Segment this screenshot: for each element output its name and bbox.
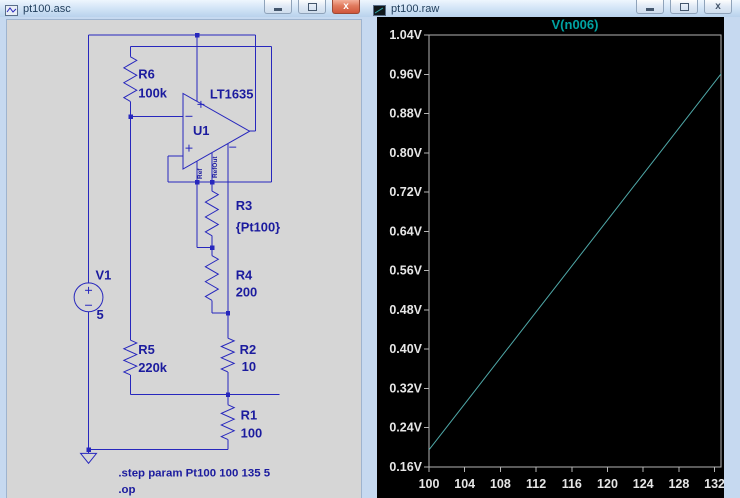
spice-directive-step[interactable]: .step param Pt100 100 135 5 [118,467,270,479]
label-R1-value[interactable]: 100 [241,425,263,440]
close-icon: x [715,1,721,12]
opamp-pin-label-refout: RefOut [212,156,219,178]
y-tick-label: 0.16V [389,460,422,474]
label-R2-value[interactable]: 10 [242,359,256,374]
waveform-titlebar[interactable]: pt100.raw x [368,0,740,17]
y-tick-label: 0.48V [389,303,422,317]
trace-legend[interactable]: V(n006) [552,17,599,32]
label-R5-name[interactable]: R5 [138,342,155,357]
restore-button[interactable] [298,0,326,14]
x-tick-label: 108 [490,477,511,491]
x-tick-label: 100 [419,477,440,491]
waveform-window-title: pt100.raw [391,2,440,15]
label-U1-part[interactable]: LT1635 [210,86,254,101]
schematic-window-icon[interactable] [5,3,18,16]
resistor-R3-symbol[interactable] [204,190,220,237]
y-tick-label: 1.04V [389,28,422,42]
x-tick-label: 116 [562,477,582,491]
label-R2-name[interactable]: R2 [240,342,257,357]
restore-icon [307,2,317,11]
x-tick-label: 112 [526,477,546,491]
y-tick-label: 0.64V [389,224,422,238]
waveform-plot-frame: 1.04V 0.96V 0.88V 0.80V 0.72V 0.64V 0.56V 0.48V… [368,17,740,498]
label-R4-value[interactable]: 200 [236,284,258,299]
x-tick-label: 128 [668,477,689,491]
label-R3-value[interactable]: {Pt100} [236,220,280,235]
minimize-icon [274,8,282,11]
label-R6-name[interactable]: R6 [138,67,155,82]
schematic-window: pt100.asc x Ref RefOut R6 100k LT1635 U1… [0,0,368,498]
restore-icon [679,2,689,11]
minimize-button[interactable] [264,0,292,14]
waveform-window: pt100.raw x 1.04V 0.96V 0.88V 0.80V 0.72V 0.6… [368,0,740,498]
schematic-canvas[interactable]: Ref RefOut R6 100k LT1635 U1 R3 {Pt100} … [6,19,362,498]
label-R6-value[interactable]: 100k [138,85,168,100]
opamp-pin-label-ref: Ref [197,168,204,179]
close-button[interactable]: x [704,0,732,14]
resistor-R4-symbol[interactable] [204,255,220,301]
schematic-canvas-frame: Ref RefOut R6 100k LT1635 U1 R3 {Pt100} … [0,17,368,498]
x-tick-label: 104 [454,477,475,491]
y-tick-label: 0.96V [389,67,422,81]
y-tick-label: 0.72V [389,185,422,199]
trace-Vn006[interactable] [429,48,724,451]
y-tick-label: 0.56V [389,264,422,278]
y-tick-label: 0.40V [389,342,422,356]
schematic-window-controls: x [264,0,360,14]
x-tick-label: 120 [597,477,618,491]
waveform-window-controls: x [636,0,732,14]
x-tick-label: 132 [704,477,724,491]
restore-button[interactable] [670,0,698,14]
label-V1-name[interactable]: V1 [96,267,112,282]
label-R5-value[interactable]: 220k [138,360,168,375]
close-button[interactable]: x [332,0,360,14]
y-tick-label: 0.32V [389,381,422,395]
y-tick-label: 0.88V [389,107,422,121]
waveform-plot[interactable]: 1.04V 0.96V 0.88V 0.80V 0.72V 0.64V 0.56V 0.48V… [377,17,724,498]
plot-frame [428,34,722,468]
label-R4-name[interactable]: R4 [236,267,253,282]
y-tick-label: 0.80V [389,146,422,160]
label-V1-value[interactable]: 5 [96,307,103,322]
resistor-R6-symbol[interactable] [122,56,138,102]
close-icon: x [343,1,349,12]
schematic-titlebar[interactable]: pt100.asc x [0,0,368,17]
resistor-R1-symbol[interactable] [220,404,236,440]
minimize-icon [646,8,654,11]
label-R1-name[interactable]: R1 [241,408,257,423]
schematic-window-title: pt100.asc [23,2,71,15]
label-R3-name[interactable]: R3 [236,198,252,213]
waveform-window-icon[interactable] [373,3,386,16]
spice-directive-op[interactable]: .op [118,484,135,496]
resistor-R2-symbol[interactable] [220,337,236,373]
x-tick-label: 124 [633,477,654,491]
y-tick-label: 0.24V [389,421,422,435]
resistor-R5-symbol[interactable] [122,339,138,376]
ground-symbol[interactable] [79,452,98,465]
label-U1-name[interactable]: U1 [193,123,210,138]
minimize-button[interactable] [636,0,664,14]
